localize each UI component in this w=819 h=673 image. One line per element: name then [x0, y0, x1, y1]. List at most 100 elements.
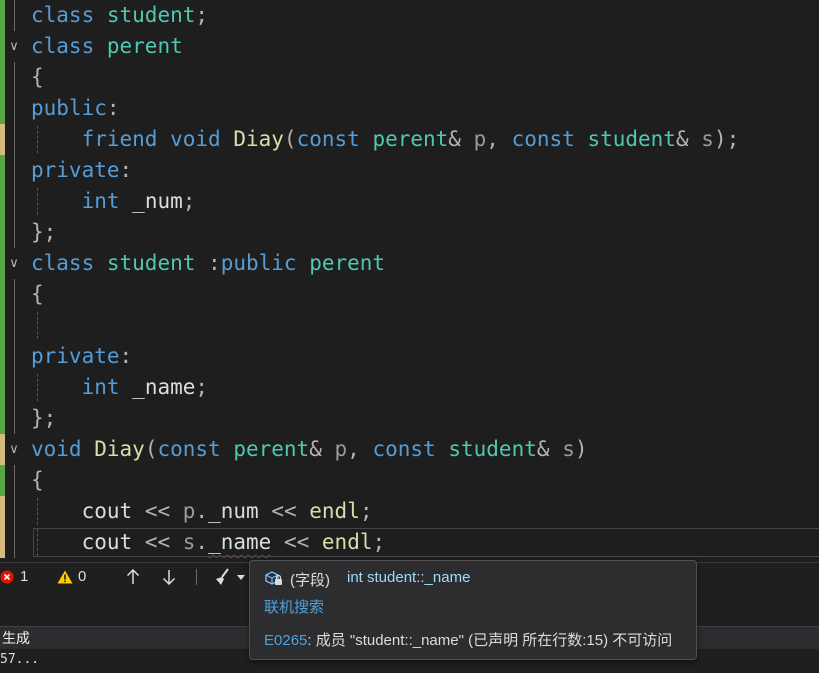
code-token: public [220, 251, 297, 275]
code-token: { [31, 282, 44, 306]
code-token: , [486, 127, 499, 151]
code-line[interactable] [0, 310, 819, 341]
code-line[interactable]: }; [0, 403, 819, 434]
code-token: }; [31, 406, 57, 430]
code-token: . [195, 499, 209, 523]
fold-region-line [14, 403, 15, 434]
code-text: class perent [31, 31, 183, 62]
code-line[interactable]: int _name; [0, 372, 819, 403]
change-marker [0, 372, 5, 403]
code-text: int _num; [31, 186, 196, 217]
code-editor[interactable]: class student; ∨ class perent {public: frie… [0, 0, 819, 562]
change-marker [0, 31, 5, 62]
code-token: const [296, 127, 360, 151]
fold-region-line [14, 465, 15, 496]
broom-icon [216, 568, 229, 585]
fold-chevron-icon[interactable]: ∨ [7, 31, 21, 62]
code-token: _name [132, 375, 196, 399]
code-line[interactable]: cout << p._num << endl; [0, 496, 819, 527]
code-token: friend [81, 127, 158, 151]
online-search-link[interactable]: 联机搜索 [264, 596, 324, 617]
code-line[interactable]: { [0, 279, 819, 310]
tooltip-signature: int student::_name [347, 569, 471, 586]
code-token: perent [372, 127, 449, 151]
code-token: ( [283, 127, 297, 151]
code-line[interactable]: ∨ void Diay(const perent& p, const studen… [0, 434, 819, 465]
error-message: : 成员 "student::_name" (已声明 所在行数:15) 不可访问 [307, 632, 673, 649]
change-marker [0, 217, 5, 248]
code-token: }; [31, 220, 57, 244]
code-line[interactable]: { [0, 465, 819, 496]
code-token: ; [195, 3, 209, 27]
code-token: perent [106, 34, 183, 58]
code-line[interactable]: ∨ class perent [0, 31, 819, 62]
code-line[interactable]: class student; [0, 0, 819, 31]
code-cleanup-button[interactable] [213, 563, 247, 591]
code-token: class [31, 3, 95, 27]
current-line-highlight [33, 528, 819, 557]
code-line[interactable]: }; [0, 217, 819, 248]
code-token: & [309, 437, 322, 461]
code-line[interactable]: int _num; [0, 186, 819, 217]
code-line[interactable]: public: [0, 93, 819, 124]
code-token: : [119, 158, 133, 182]
code-token: Diay [233, 127, 284, 151]
code-token: perent [233, 437, 310, 461]
change-marker [0, 341, 5, 372]
code-text: void Diay(const perent& p, const student… [31, 434, 588, 465]
dropdown-arrow-icon [237, 575, 245, 580]
fold-chevron-icon[interactable]: ∨ [7, 434, 21, 465]
code-token: p [334, 437, 348, 461]
code-line[interactable]: private: [0, 155, 819, 186]
code-token: s [562, 437, 575, 461]
code-token: _num [208, 499, 259, 523]
fold-chevron-icon[interactable]: ∨ [7, 248, 21, 279]
code-token: student [587, 127, 676, 151]
code-token: const [511, 127, 575, 151]
change-marker [0, 93, 5, 124]
fold-region-line [14, 0, 15, 31]
code-token: p [182, 499, 196, 523]
code-token: : [208, 251, 221, 275]
change-marker [0, 465, 5, 496]
code-line[interactable]: friend void Diay(const perent& p, const … [0, 124, 819, 155]
fold-region-line [14, 372, 15, 403]
change-marker [0, 496, 5, 527]
fold-region-line [14, 186, 15, 217]
code-token: class [31, 251, 95, 275]
change-marker [0, 403, 5, 434]
code-token: int [81, 189, 120, 213]
previous-issue-button[interactable] [126, 563, 140, 591]
code-token: class [31, 34, 95, 58]
code-line[interactable]: { [0, 62, 819, 93]
code-token: _num [132, 189, 183, 213]
code-token: void [170, 127, 221, 151]
warning-count: 0 [78, 568, 87, 585]
code-line[interactable]: private: [0, 341, 819, 372]
code-line[interactable]: ∨ class student :public perent [0, 248, 819, 279]
code-token: & [448, 127, 461, 151]
next-issue-button[interactable] [162, 563, 176, 591]
code-token: p [473, 127, 487, 151]
code-text: class student :public perent [31, 248, 385, 279]
error-code-link[interactable]: E0265 [264, 632, 307, 649]
code-token: private [31, 158, 120, 182]
fold-region-line [14, 496, 15, 527]
toolbar-separator [196, 569, 197, 585]
code-token: void [31, 437, 82, 461]
build-output-text: 57... [0, 652, 40, 667]
code-token: student [106, 3, 196, 27]
code-text: friend void Diay(const perent& p, const … [31, 124, 740, 155]
fold-region-line [14, 310, 15, 341]
code-text: }; [31, 403, 56, 434]
